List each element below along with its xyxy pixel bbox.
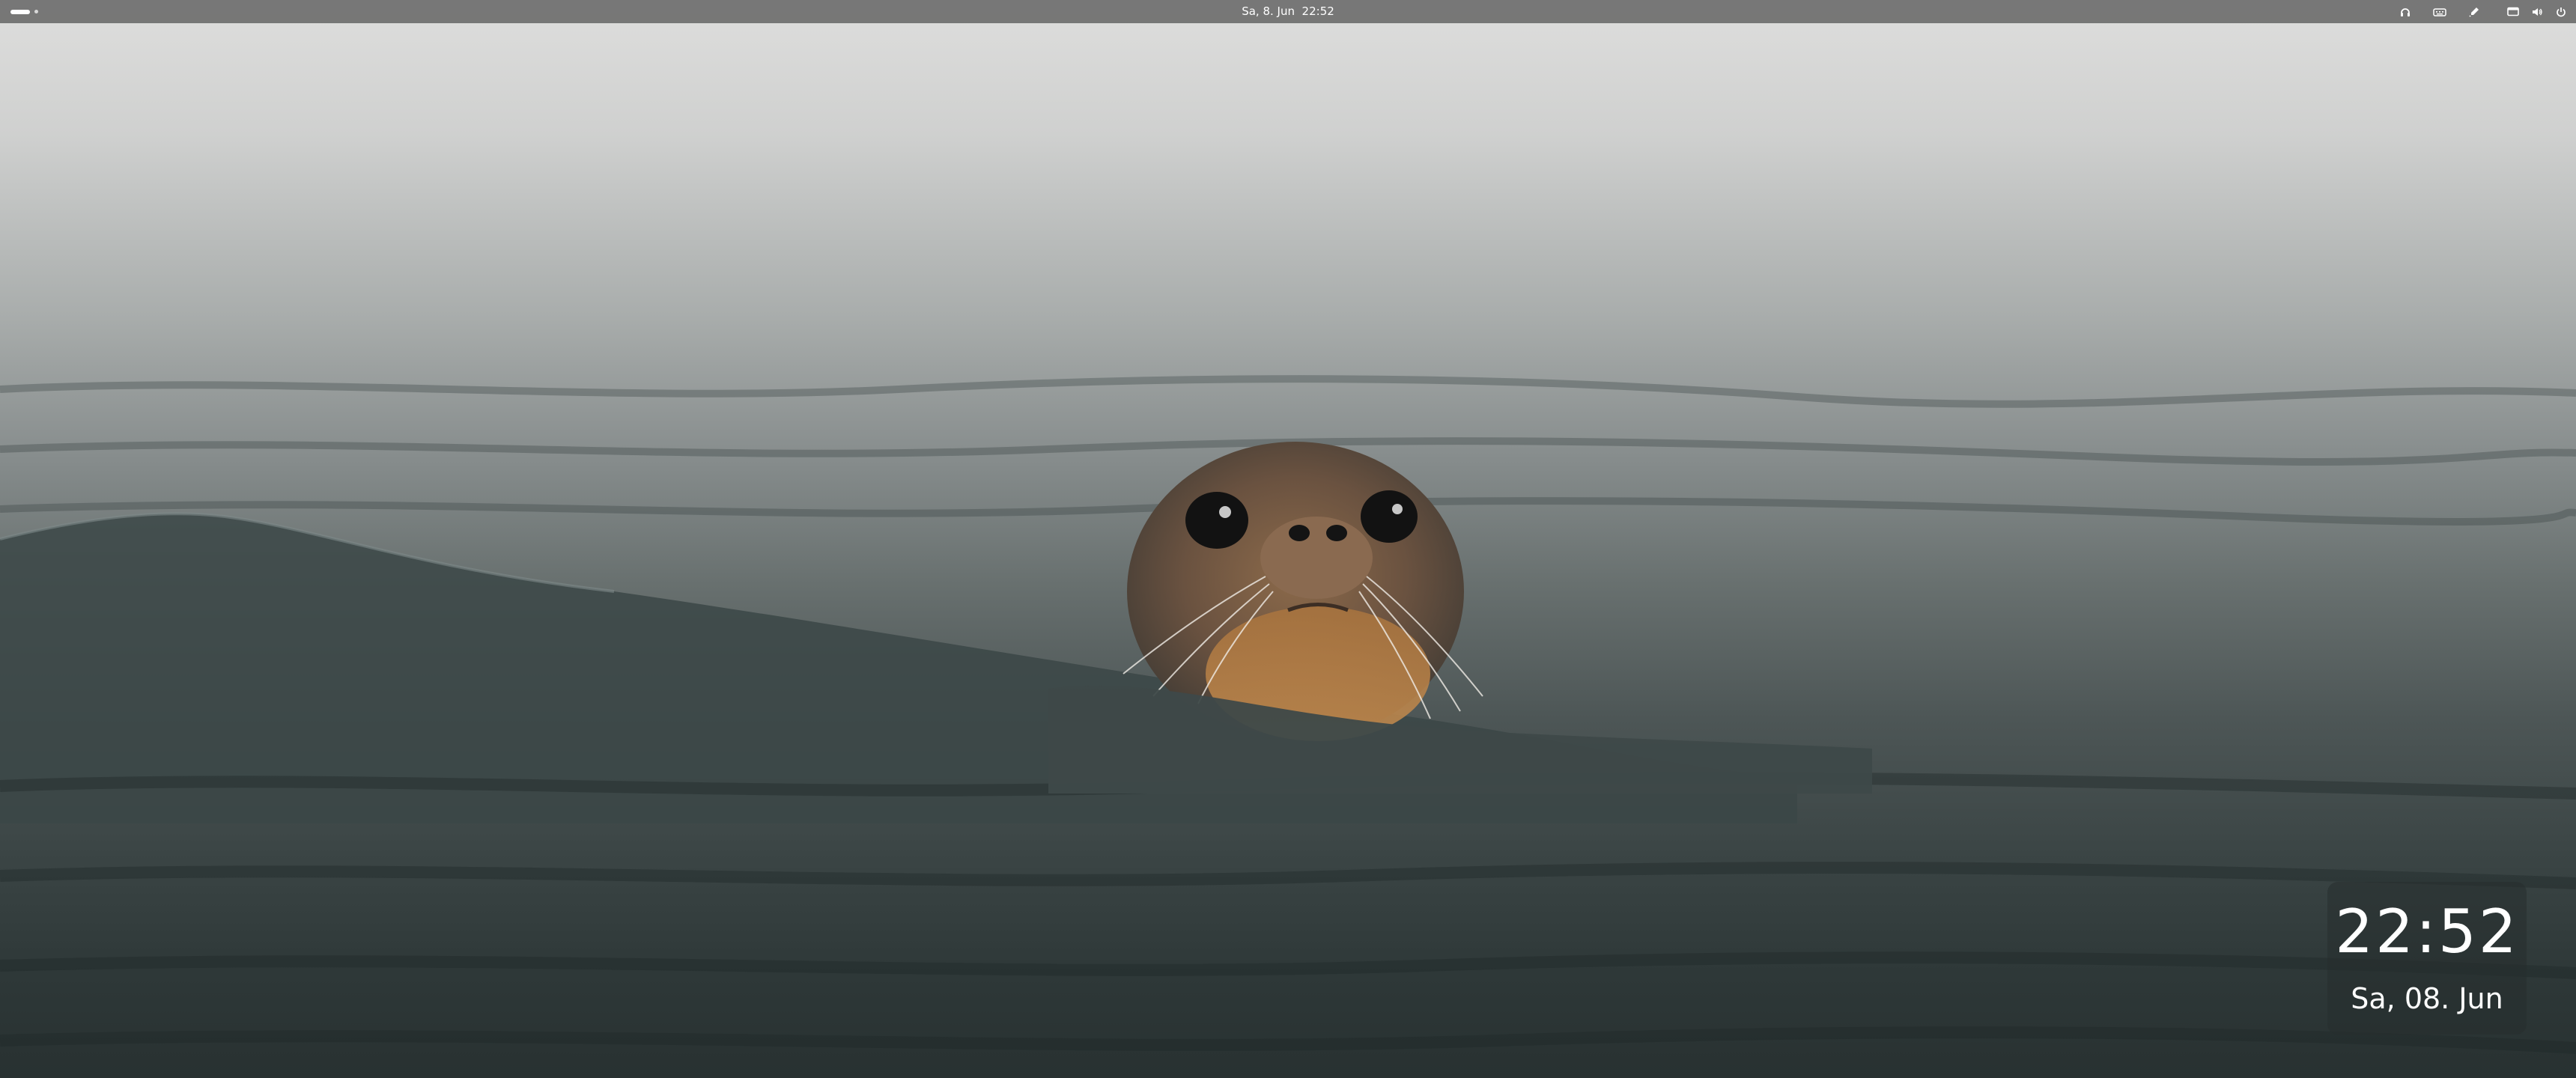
volume-icon: [2530, 4, 2545, 19]
activities-button[interactable]: [10, 7, 38, 16]
workspace-indicator-active: [10, 9, 30, 14]
top-bar-time: 22:52: [1301, 4, 1334, 18]
desktop: Sa, 8. Jun 22:52 22:52 Sa, 08. Jun: [0, 0, 2576, 1078]
top-bar-clock[interactable]: Sa, 8. Jun 22:52: [1213, 4, 1363, 18]
wallpaper: [0, 0, 2576, 1078]
keyboard-icon[interactable]: [2432, 4, 2447, 19]
status-menu[interactable]: [2506, 4, 2569, 19]
system-tray: [2398, 4, 2569, 19]
top-bar: Sa, 8. Jun 22:52: [0, 0, 2576, 23]
color-picker-icon[interactable]: [2467, 4, 2482, 19]
top-bar-date: Sa, 8. Jun: [1242, 4, 1295, 18]
desktop-clock-widget: 22:52 Sa, 08. Jun: [2327, 882, 2527, 1035]
wallpaper-image: [0, 375, 2576, 1054]
headset-icon[interactable]: [2398, 4, 2413, 19]
widget-time: 22:52: [2335, 897, 2519, 966]
workspace-indicator: [34, 10, 38, 13]
screen-icon: [2506, 4, 2521, 19]
widget-date: Sa, 08. Jun: [2351, 982, 2503, 1015]
power-icon: [2554, 4, 2569, 19]
